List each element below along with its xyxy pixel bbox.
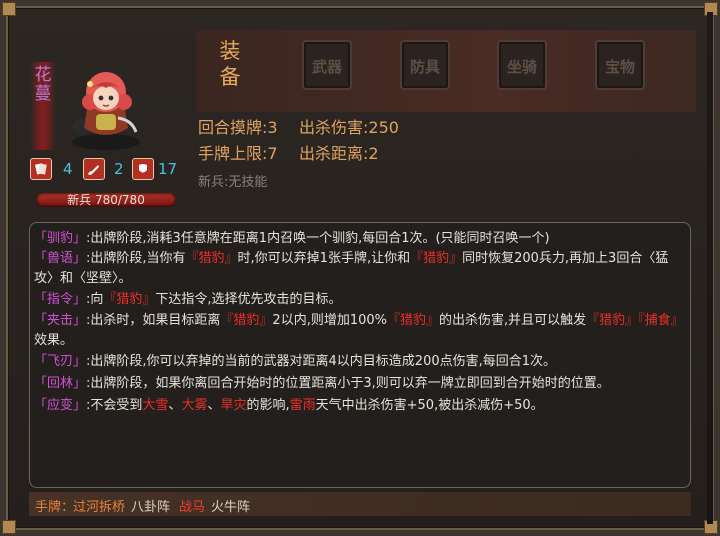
armor-slot[interactable]: 防具 (400, 40, 450, 90)
skill-line: 「飞刃」:出牌阶段,你可以弃掉的当前的武器对距离4以内目标造成200点伤害,每回… (34, 352, 684, 372)
attack-icon (83, 158, 105, 180)
highlight-text: 旱灾 (220, 398, 247, 413)
passive-skill: 新兵:无技能 (198, 175, 268, 190)
skill-text: :出牌阶段，如果你离回合开始时的位置距离小于3,则可以弃一牌立即回到合开始时的位… (86, 376, 610, 391)
hand-card-item[interactable]: 过河拆桥 (73, 496, 125, 515)
attack-value: 2 (114, 160, 124, 178)
skill-text: 的影响, (246, 398, 290, 413)
scrollbar-track[interactable] (707, 12, 713, 524)
highlight-text: 『猎豹』『捕食』 (586, 313, 684, 328)
skill-text: :出牌阶段,你可以弃掉的当前的武器对距离4以内目标造成200点伤害,每回合1次。 (86, 354, 557, 369)
skill-text: 天气中出杀伤害+50,被出杀减伤+50。 (315, 398, 544, 413)
defense-icon (132, 158, 154, 180)
draw-per-turn: 回合摸牌:3 (198, 118, 278, 137)
highlight-text: 大雾 (181, 398, 208, 413)
skill-line: 「夹击」:出杀时，如果目标距离『猎豹』2以内,则增加100%『猎豹』的出杀伤害,… (34, 311, 684, 351)
skill-text: 效果。 (34, 333, 74, 348)
skill-text: 2以内,则增加100% (272, 313, 387, 328)
mount-slot[interactable]: 坐骑 (497, 40, 547, 90)
skill-name: 「夹击」 (34, 313, 87, 328)
skill-text: 的出杀伤害,并且可以触发 (439, 313, 587, 328)
skill-text: :向 (86, 292, 104, 307)
hp-label: 新兵 780/780 (67, 193, 145, 207)
frame-corner (2, 2, 16, 16)
weapon-slot[interactable]: 武器 (302, 40, 352, 90)
hero-portrait[interactable] (66, 62, 146, 152)
hero-name: 花 蔓 (34, 65, 52, 104)
mount-slot-label: 坐骑 (506, 58, 537, 76)
frame-corner (2, 520, 16, 534)
skill-text: 时,你可以弃掉1张手牌,让你和 (237, 251, 411, 266)
highlight-text: 『猎豹』 (220, 313, 273, 328)
cards-count: 4 (63, 160, 73, 178)
hand-limit: 手牌上限:7 (198, 144, 278, 163)
skill-text: 、 (168, 398, 182, 413)
highlight-text: 『猎豹』 (387, 313, 440, 328)
skill-text: 、 (207, 398, 221, 413)
treasure-slot[interactable]: 宝物 (595, 40, 645, 90)
cards-icon (30, 158, 52, 180)
armor-slot-label: 防具 (409, 58, 440, 76)
highlight-text: 『猎豹』 (185, 251, 238, 266)
highlight-text: 雷雨 (289, 398, 316, 413)
treasure-slot-label: 宝物 (604, 58, 635, 76)
skill-line: 「应变」:不会受到大雪、大雾、旱灾的影响,雷雨天气中出杀伤害+50,被出杀减伤+… (34, 396, 684, 416)
hand-card-item[interactable]: 八卦阵 (131, 496, 170, 515)
skill-name: 「指令」 (34, 292, 87, 307)
hand-label: 手牌： (35, 500, 75, 515)
equipment-title: 装 备 (219, 39, 241, 89)
skill-text: :出杀时，如果目标距离 (86, 313, 221, 328)
skill-name: 「驯豹」 (34, 231, 87, 246)
skill-name: 「应变」 (34, 398, 87, 413)
skill-line: 「回林」:出牌阶段，如果你离回合开始时的位置距离小于3,则可以弃一牌立即回到合开… (34, 374, 684, 394)
skill-name: 「兽语」 (34, 251, 87, 266)
highlight-text: 『猎豹』 (410, 251, 463, 266)
hand-cards-bar: 手牌： 过河拆桥 八卦阵 战马 火牛阵 (29, 492, 691, 516)
highlight-text: 『猎豹』 (103, 292, 156, 307)
highlight-text: 大雪 (142, 398, 169, 413)
skill-line: 「驯豹」:出牌阶段,消耗3任意牌在距离1内召唤一个驯豹,每回合1次。(只能同时召… (34, 229, 684, 249)
defense-value: 17 (158, 160, 178, 178)
skill-text: :出牌阶段,当你有 (86, 251, 186, 266)
kill-damage: 出杀伤害:250 (299, 118, 399, 137)
skill-text: :出牌阶段,消耗3任意牌在距离1内召唤一个驯豹,每回合1次。(只能同时召唤一个) (86, 231, 550, 246)
skill-line: 「指令」:向『猎豹』下达指令,选择优先攻击的目标。 (34, 290, 684, 310)
kill-distance: 出杀距离:2 (299, 144, 379, 163)
hand-card-item[interactable]: 战马 (179, 496, 205, 515)
skill-name: 「飞刃」 (34, 354, 87, 369)
skill-text: :不会受到 (86, 398, 143, 413)
skill-line: 「兽语」:出牌阶段,当你有『猎豹』时,你可以弃掉1张手牌,让你和『猎豹』同时恢复… (34, 249, 684, 289)
skill-name: 「回林」 (34, 376, 87, 391)
weapon-slot-label: 武器 (311, 58, 342, 76)
hand-card-item[interactable]: 火牛阵 (211, 496, 250, 515)
skill-text: 下达指令,选择优先攻击的目标。 (155, 292, 342, 307)
